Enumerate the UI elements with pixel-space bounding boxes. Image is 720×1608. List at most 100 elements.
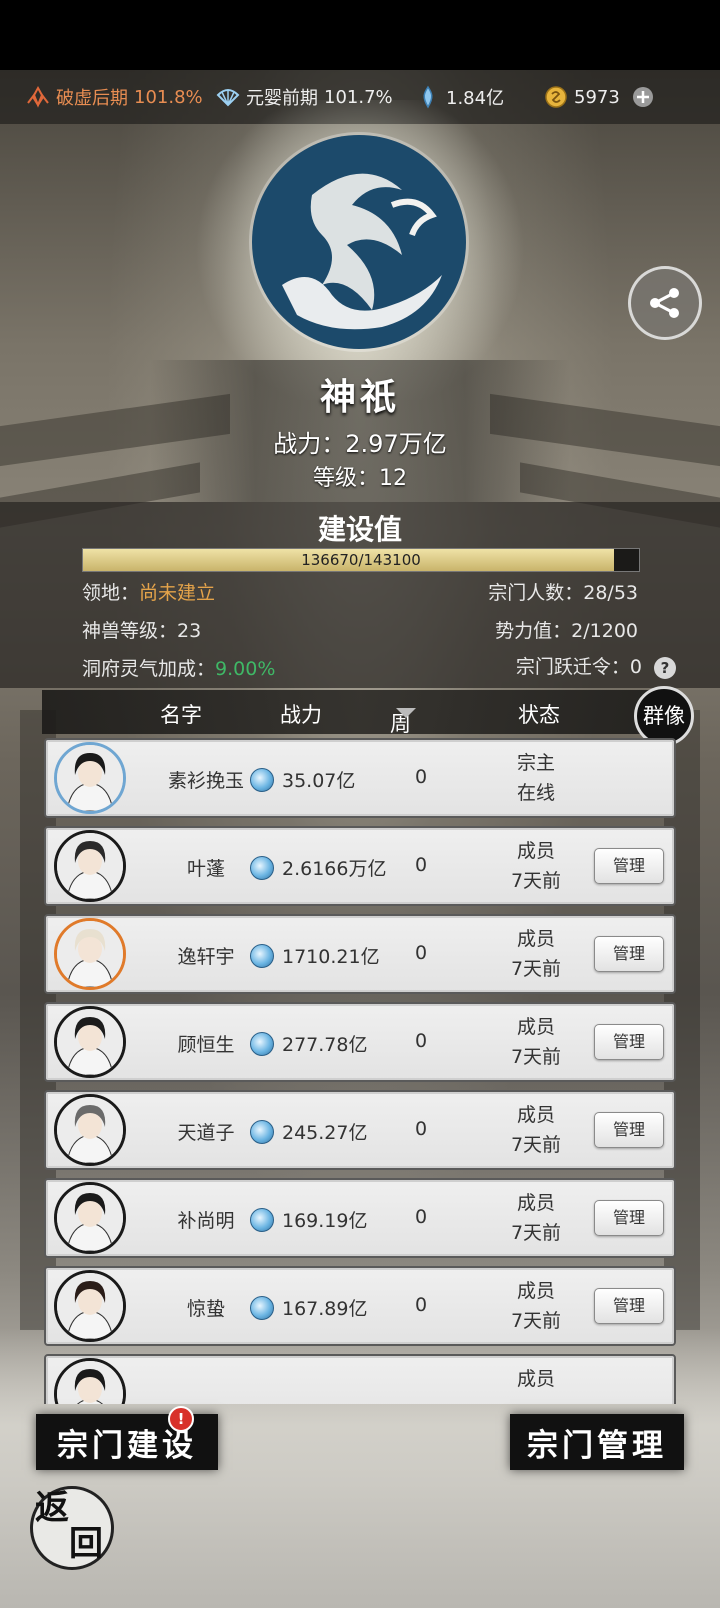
- members-row: 宗门人数：28/53: [488, 578, 638, 605]
- power-orb-icon: [250, 1295, 274, 1320]
- sect-power: 战力：2.97万亿: [0, 424, 720, 459]
- character-portrait-icon: [57, 1273, 123, 1339]
- sort-down-icon: [396, 708, 416, 718]
- member-row[interactable]: 成员: [44, 1354, 676, 1404]
- member-power-value: 245.27亿: [282, 1122, 368, 1144]
- back-button[interactable]: 返 回: [30, 1486, 114, 1570]
- member-status: 成员 7天前: [496, 836, 576, 896]
- member-power: 245.27亿: [250, 1118, 367, 1145]
- sect-level: 等级：12: [0, 460, 720, 492]
- gold-coin-icon: [545, 86, 567, 108]
- migrate-label: 宗门跃迁令：: [515, 656, 630, 678]
- sect-level-label: 等级：: [312, 466, 379, 491]
- member-power: 277.78亿: [250, 1030, 367, 1057]
- realm-1-name: 破虚后期: [56, 88, 128, 109]
- power-orb-icon: [250, 1119, 274, 1144]
- col-status: 状态: [518, 703, 560, 727]
- member-contribution: 0: [414, 1294, 428, 1316]
- share-button[interactable]: [628, 266, 702, 340]
- member-power: 2.6166万亿: [250, 854, 386, 881]
- member-power-value: 277.78亿: [282, 1034, 368, 1056]
- gold-counter: 5973: [544, 85, 654, 109]
- power-orb-icon: [250, 1207, 274, 1232]
- member-row[interactable]: 补尚明 169.19亿 0 成员 7天前 管理: [44, 1178, 676, 1258]
- character-portrait-icon: [57, 921, 123, 987]
- members-label: 宗门人数：: [488, 582, 584, 604]
- member-contribution: 0: [414, 1030, 428, 1052]
- member-avatar[interactable]: [54, 918, 126, 990]
- power-orb-icon: [250, 767, 274, 792]
- member-avatar[interactable]: [54, 1270, 126, 1342]
- member-power: 167.89亿: [250, 1294, 367, 1321]
- member-row[interactable]: 逸轩宇 1710.21亿 0 成员 7天前 管理: [44, 914, 676, 994]
- back-char-1: 返: [35, 1488, 69, 1528]
- power-orb-icon: [250, 943, 274, 968]
- member-avatar[interactable]: [54, 1006, 126, 1078]
- member-last-online: 7天前: [510, 1222, 562, 1244]
- manage-member-button[interactable]: 管理: [594, 1200, 664, 1236]
- member-status: 成员 7天前: [496, 924, 576, 984]
- add-gold-icon[interactable]: [632, 86, 654, 108]
- member-status: 成员: [496, 1364, 576, 1394]
- member-power-value: 1710.21亿: [282, 946, 380, 968]
- character-portrait-icon: [57, 1097, 123, 1163]
- member-status: 宗主 在线: [496, 748, 576, 808]
- back-char-2: 回: [69, 1524, 103, 1564]
- member-role: 宗主: [516, 752, 555, 774]
- member-row[interactable]: 素衫挽玉 35.07亿 0 宗主 在线: [44, 738, 676, 818]
- beast-label: 神兽等级：: [82, 620, 178, 642]
- member-role: 成员: [516, 1016, 555, 1038]
- member-power: 169.19亿: [250, 1206, 367, 1233]
- gold-amount: 5973: [574, 86, 620, 108]
- sect-manage-button[interactable]: 宗门管理: [510, 1414, 684, 1470]
- manage-member-button[interactable]: 管理: [594, 848, 664, 884]
- members-value: 28/53: [583, 582, 638, 604]
- member-role: 成员: [516, 1104, 555, 1126]
- member-avatar[interactable]: [54, 830, 126, 902]
- member-row[interactable]: 惊蛰 167.89亿 0 成员 7天前 管理: [44, 1266, 676, 1346]
- member-list[interactable]: 素衫挽玉 35.07亿 0 宗主 在线 叶蓬 2.6166万亿 0 成员 7天前 管理 逸轩宇 1710…: [44, 738, 676, 1404]
- member-row[interactable]: 顾恒生 277.78亿 0 成员 7天前 管理: [44, 1002, 676, 1082]
- sect-emblem: [252, 135, 466, 349]
- group-portrait-button[interactable]: 群像: [634, 686, 694, 746]
- influence-value: 2/1200: [571, 620, 638, 642]
- sect-power-label: 战力：: [273, 430, 346, 458]
- member-power: 35.07亿: [250, 766, 355, 793]
- member-role: 成员: [516, 840, 555, 862]
- member-status: 成员 7天前: [496, 1012, 576, 1072]
- member-status: 成员 7天前: [496, 1276, 576, 1336]
- member-power-value: 169.19亿: [282, 1210, 368, 1232]
- member-table-header: 名字 战力 周贡献 状态: [42, 690, 678, 796]
- col-power: 战力: [280, 703, 322, 727]
- member-role: 成员: [516, 1280, 555, 1302]
- sect-power-value: 2.97万亿: [345, 430, 447, 458]
- member-last-online: 7天前: [510, 1134, 562, 1156]
- manage-member-button[interactable]: 管理: [594, 1288, 664, 1324]
- manage-member-button[interactable]: 管理: [594, 1024, 664, 1060]
- manage-member-button[interactable]: 管理: [594, 936, 664, 972]
- manage-member-button[interactable]: 管理: [594, 1112, 664, 1148]
- member-avatar[interactable]: [54, 742, 126, 814]
- member-row[interactable]: 天道子 245.27亿 0 成员 7天前 管理: [44, 1090, 676, 1170]
- migrate-value: 0: [629, 656, 642, 678]
- member-avatar[interactable]: [54, 1094, 126, 1166]
- member-contribution: 0: [414, 854, 428, 876]
- cave-label: 洞府灵气加成：: [82, 658, 216, 680]
- member-contribution: 0: [414, 1206, 428, 1228]
- member-power-value: 2.6166万亿: [282, 858, 387, 880]
- character-portrait-icon: [57, 833, 123, 899]
- help-icon[interactable]: ?: [654, 657, 676, 679]
- sect-level-value: 12: [379, 466, 407, 491]
- member-contribution: 0: [414, 942, 428, 964]
- member-avatar[interactable]: [54, 1358, 126, 1404]
- col-name: 名字: [160, 703, 202, 727]
- member-contribution: 0: [414, 1118, 428, 1140]
- realm-lotus-icon: [27, 85, 49, 108]
- member-role: 成员: [516, 1192, 555, 1214]
- influence-row: 势力值：2/1200: [495, 616, 638, 643]
- member-row[interactable]: 叶蓬 2.6166万亿 0 成员 7天前 管理: [44, 826, 676, 906]
- cave-row: 洞府灵气加成：9.00%: [82, 654, 275, 681]
- member-last-online: 7天前: [510, 870, 562, 892]
- member-avatar[interactable]: [54, 1182, 126, 1254]
- member-role: 成员: [516, 1368, 555, 1390]
